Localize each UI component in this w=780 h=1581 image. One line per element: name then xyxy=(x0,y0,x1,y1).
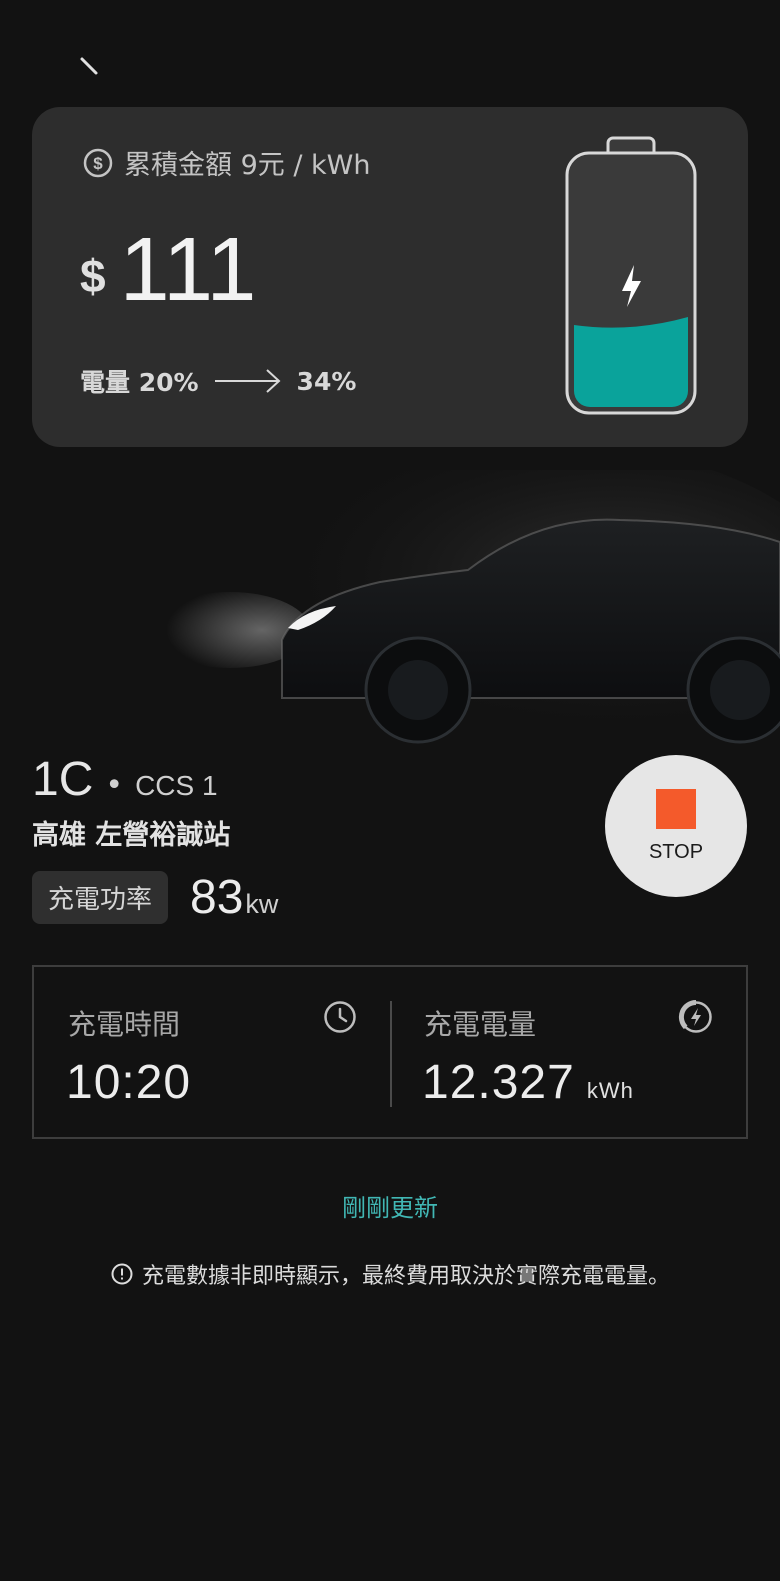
station-info: 1C • CCS 1 高雄 左營裕誠站 充電功率 83kw xyxy=(32,752,278,925)
soc-start: 電量 20% xyxy=(80,368,199,397)
data-notice: 充電數據非即時顯示，最終費用取決於實際充電電量。 xyxy=(0,1258,780,1290)
station-name: 高雄 左營裕誠站 xyxy=(32,820,231,851)
stop-icon xyxy=(656,788,696,829)
charged-energy-value: 12.327 xyxy=(422,1056,575,1109)
svg-text:$: $ xyxy=(93,154,103,173)
energy-gauge-icon xyxy=(678,999,712,1033)
charging-power: 83kw xyxy=(190,870,278,925)
stop-charging-button[interactable]: STOP xyxy=(605,755,747,897)
refresh-link[interactable]: 剛剛更新 xyxy=(0,1188,780,1223)
charging-time-value: 10:20 xyxy=(66,1056,192,1109)
info-circle-icon xyxy=(111,1263,133,1285)
charging-power-label: 充電功率 xyxy=(32,871,169,924)
currency-symbol: $ xyxy=(80,250,106,302)
stop-label: STOP xyxy=(648,840,704,863)
charged-energy-unit: kWh xyxy=(586,1078,634,1103)
back-button[interactable] xyxy=(60,42,120,92)
charging-stats: 充電時間 10:20 充電電量 12.327 kWh xyxy=(32,965,748,1139)
rate-row: $ 累積金額 9元 / kWh xyxy=(82,143,370,182)
battery-gauge xyxy=(564,135,698,421)
charging-time-stat: 充電時間 10:20 xyxy=(34,967,390,1137)
charged-energy: 12.327 kWh xyxy=(422,1055,634,1110)
soc-target: 34% xyxy=(296,366,357,396)
station-code: 1C xyxy=(32,753,94,806)
charging-session-screen: $ 累積金額 9元 / kWh $ 111 電量 20% 34% 1C • CC… xyxy=(0,0,780,1581)
charging-power-value: 83 xyxy=(190,871,244,924)
charging-power-unit: kw xyxy=(245,889,279,919)
accumulated-amount: $ 111 xyxy=(80,225,256,315)
back-arrow-icon xyxy=(80,57,98,75)
charging-power-row: 充電功率 83kw xyxy=(32,870,278,925)
rate-label: 累積金額 9元 / kWh xyxy=(124,150,371,181)
car-illustration xyxy=(0,440,780,760)
charged-energy-label: 充電電量 xyxy=(424,1008,537,1041)
amount-value: 111 xyxy=(119,220,257,320)
dollar-circle-icon: $ xyxy=(83,148,113,177)
long-arrow-right-icon xyxy=(214,369,281,393)
charging-time-label: 充電時間 xyxy=(68,1008,181,1041)
battery-level-row: 電量 20% 34% xyxy=(80,363,356,399)
separator-dot: • xyxy=(105,768,124,803)
clock-icon xyxy=(324,1001,356,1033)
battery-fill xyxy=(574,317,688,407)
station-code-row: 1C • CCS 1 xyxy=(32,752,278,807)
connector-type: CCS 1 xyxy=(135,770,218,801)
charging-summary-card: $ 累積金額 9元 / kWh $ 111 電量 20% 34% xyxy=(32,107,748,447)
notice-text: 充電數據非即時顯示，最終費用取決於實際充電電量。 xyxy=(141,1264,670,1289)
charged-energy-stat: 充電電量 12.327 kWh xyxy=(390,967,746,1137)
